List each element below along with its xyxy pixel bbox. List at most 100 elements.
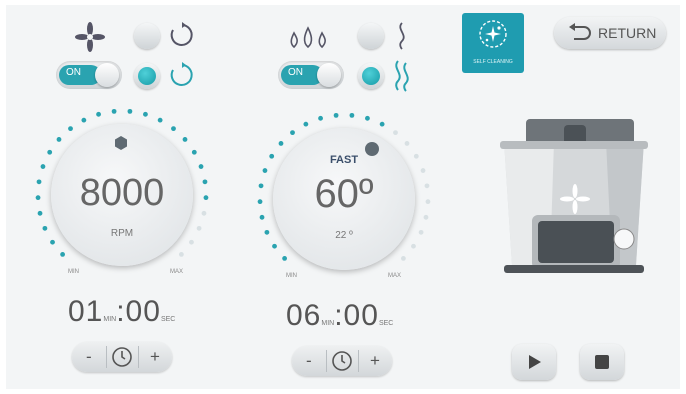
return-button[interactable]: RETURN [554, 17, 666, 49]
mixer-min-label: MIN [68, 269, 79, 275]
heater-dial-tick [257, 199, 263, 205]
mixer-mode-radio-2[interactable] [134, 63, 160, 89]
play-icon [528, 354, 542, 375]
mixer-timer-min: 01 [68, 295, 104, 328]
mixer-dial-tick [50, 239, 55, 245]
mixer-dial-tick [35, 195, 41, 201]
heater-toggle-label: ON [288, 67, 303, 78]
self-cleaning-button[interactable]: SELF CLEANING [462, 13, 524, 73]
mixer-dial-tick [47, 149, 53, 155]
heater-mode-radio-1[interactable] [358, 23, 384, 49]
mixer-on-toggle[interactable]: ON [56, 61, 122, 89]
stop-icon [595, 355, 609, 369]
mixer-timer-sec-unit: SEC [160, 316, 176, 323]
mixer-dial-tick [40, 164, 46, 169]
heater-dial-tick [393, 130, 398, 136]
mixer-dial-tick [201, 210, 207, 216]
mixer-max-label: MAX [170, 269, 184, 275]
heater-dial-tick [425, 199, 431, 205]
app-window: ON 8000 RPM MIN MAX 01MIN:00SEC - + ON F… [6, 5, 680, 389]
heater-dial-tick [400, 255, 406, 261]
mixer-dial-tick [143, 111, 148, 117]
heater-dial-tick [290, 130, 295, 136]
mixer-dial-tick [56, 137, 62, 142]
mixer-dial-tick [202, 179, 208, 185]
mixer-dial-tick [191, 149, 197, 155]
heater-dial-tick [423, 214, 429, 220]
current-temperature: 22 º [335, 230, 353, 241]
mixer-dial-tick [189, 239, 194, 245]
mixer-dial[interactable]: 8000 RPM [51, 124, 193, 266]
mixer-dial-tick [198, 164, 204, 169]
steam-icon [392, 21, 412, 56]
heater-timer-min-unit: MIN [321, 320, 335, 327]
heater-on-toggle[interactable]: ON [278, 61, 344, 89]
heater-dial-tick [349, 112, 355, 118]
return-label: RETURN [598, 25, 657, 41]
rotate-icon [168, 21, 196, 54]
steam-active-icon [390, 59, 416, 98]
mixer-dial-tick [60, 251, 66, 257]
mixer-dial-tick [127, 108, 133, 114]
heater-min-label: MIN [286, 273, 297, 279]
heater-dial[interactable]: FAST 60º 22 º [273, 128, 415, 270]
mixer-timer-sec: :00 [116, 295, 161, 328]
heater-dial-tick [264, 229, 270, 235]
heater-dial-tick [404, 141, 410, 146]
mixer-decrement-button[interactable]: - [86, 347, 92, 367]
fan-icon [74, 21, 106, 53]
stop-button[interactable] [580, 344, 624, 380]
mixer-toggle-label: ON [66, 67, 81, 78]
heater-dial-tick [424, 183, 430, 189]
heater-dial-tick [318, 115, 323, 121]
return-arrow-icon [568, 23, 592, 48]
mixer-dial-tick [37, 210, 43, 216]
self-cleaning-label: SELF CLEANING [473, 59, 513, 65]
appliance-illustration [494, 115, 654, 282]
heater-increment-button[interactable]: + [370, 351, 380, 371]
heater-dial-tick [303, 121, 309, 127]
mixer-dial-tick [42, 225, 48, 231]
flame-icon [288, 23, 328, 54]
heater-timer-stepper: - + [292, 346, 392, 376]
heater-timer-sec: :00 [334, 299, 379, 332]
heater-dial-tick [420, 168, 426, 173]
heater-dial-tick [411, 243, 416, 249]
heater-timer: 06MIN:00SEC [286, 299, 393, 333]
mixer-dial-tick [171, 126, 176, 132]
mixer-timer: 01MIN:00SEC [68, 295, 175, 329]
mixer-dial-tick [81, 117, 87, 123]
rotate-active-icon [168, 61, 196, 94]
mixer-dial-tick [182, 137, 188, 142]
heater-timer-min: 06 [286, 299, 322, 332]
heater-timer-sec-unit: SEC [378, 320, 394, 327]
mixer-dial-tick [178, 251, 184, 257]
mixer-dial-handle[interactable] [114, 136, 128, 150]
mixer-increment-button[interactable]: + [150, 347, 160, 367]
mixer-timer-min-unit: MIN [103, 316, 117, 323]
speed-unit: RPM [110, 228, 134, 239]
heater-dial-tick [365, 115, 370, 121]
heater-dial-handle[interactable] [365, 142, 379, 156]
clock-icon[interactable] [111, 346, 133, 373]
heater-dial-tick [333, 112, 339, 118]
heater-dial-tick [418, 229, 424, 235]
mixer-dial-tick [68, 126, 73, 132]
heater-dial-tick [262, 168, 268, 173]
mixer-dial-tick [203, 195, 209, 201]
clock-icon[interactable] [331, 350, 353, 377]
heater-mode-radio-2[interactable] [358, 63, 384, 89]
sparkle-icon [478, 19, 508, 54]
heater-decrement-button[interactable]: - [306, 351, 312, 371]
heater-dial-tick [272, 243, 277, 249]
mixer-timer-stepper: - + [72, 342, 172, 372]
mixer-dial-tick [157, 117, 163, 123]
mixer-dial-tick [111, 108, 117, 114]
mixer-mode-radio-1[interactable] [134, 23, 160, 49]
speed-value: 8000 [79, 172, 165, 214]
mixer-dial-tick [196, 225, 202, 231]
heater-mode-label: FAST [329, 154, 359, 166]
play-button[interactable] [512, 344, 556, 380]
heater-dial-tick [259, 214, 265, 220]
heater-max-label: MAX [388, 273, 402, 279]
